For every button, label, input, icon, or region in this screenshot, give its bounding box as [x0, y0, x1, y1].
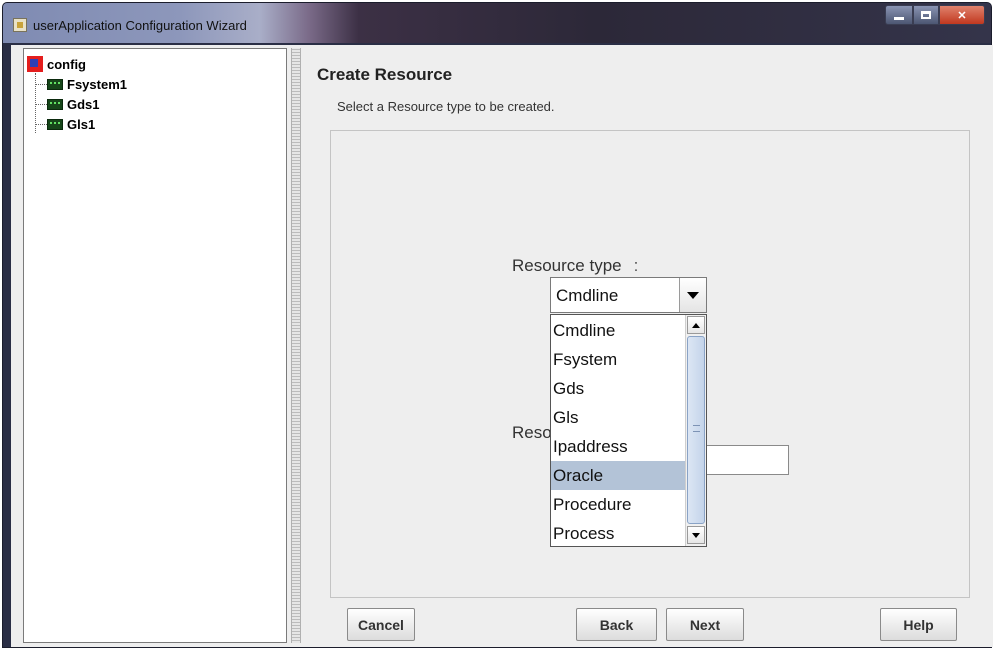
- minimize-icon: [894, 16, 904, 20]
- combobox-value: Cmdline: [556, 286, 619, 305]
- arrow-down-icon: [692, 532, 700, 538]
- dropdown-option-gls[interactable]: Gls: [551, 403, 685, 432]
- window-title: userApplication Configuration Wizard: [33, 18, 247, 33]
- cancel-button[interactable]: Cancel: [347, 608, 415, 641]
- help-button[interactable]: Help: [880, 608, 957, 641]
- split-pane-divider[interactable]: [291, 48, 301, 643]
- resource-type-label: Resource type:: [512, 256, 639, 275]
- window-controls: ✕: [885, 5, 985, 25]
- back-button[interactable]: Back: [576, 608, 657, 641]
- dropdown-option-cmdline[interactable]: Cmdline: [551, 316, 685, 345]
- chevron-down-icon: [687, 291, 699, 299]
- resource-type-combobox[interactable]: Cmdline: [550, 277, 707, 313]
- scroll-thumb[interactable]: [687, 336, 705, 524]
- resource-icon: [47, 99, 63, 110]
- wizard-window: userApplication Configuration Wizard ✕ c…: [2, 2, 993, 648]
- dropdown-option-ipaddress[interactable]: Ipaddress: [551, 432, 685, 461]
- maximize-button[interactable]: [913, 5, 939, 25]
- scroll-down-button[interactable]: [687, 526, 705, 544]
- resource-tree: config Fsystem1 Gds1 Gls1: [23, 48, 287, 643]
- userapplication-icon: [27, 56, 43, 72]
- dropdown-scrollbar[interactable]: [685, 315, 706, 546]
- page-title: Create Resource: [317, 65, 453, 84]
- combobox-arrow-button[interactable]: [679, 278, 706, 312]
- close-icon: ✕: [957, 9, 967, 22]
- dropdown-option-gds[interactable]: Gds: [551, 374, 685, 403]
- tree-item-label: Gds1: [67, 97, 100, 112]
- tree-item-gls1[interactable]: Gls1: [35, 117, 95, 132]
- resource-name-label: Reso: [512, 423, 552, 442]
- arrow-up-icon: [692, 322, 700, 328]
- tree-root-config[interactable]: config: [27, 56, 86, 72]
- dropdown-option-fsystem[interactable]: Fsystem: [551, 345, 685, 374]
- page-description: Select a Resource type to be created.: [337, 99, 555, 114]
- resource-icon: [47, 119, 63, 130]
- resource-type-dropdown-list: Cmdline Fsystem Gds Gls Ipaddress Oracle…: [550, 314, 707, 547]
- tree-item-label: Gls1: [67, 117, 96, 132]
- dropdown-option-procedure[interactable]: Procedure: [551, 490, 685, 519]
- resource-name-input[interactable]: [701, 445, 789, 475]
- java-app-icon: [13, 18, 27, 32]
- tree-item-label: Fsystem1: [67, 77, 127, 92]
- dropdown-option-process[interactable]: Process: [551, 519, 685, 548]
- dropdown-option-oracle[interactable]: Oracle: [551, 461, 685, 490]
- maximize-icon: [921, 11, 931, 19]
- title-bar[interactable]: userApplication Configuration Wizard ✕: [3, 3, 991, 43]
- minimize-button[interactable]: [885, 5, 913, 25]
- tree-item-gds1[interactable]: Gds1: [35, 97, 100, 112]
- resource-icon: [47, 79, 63, 90]
- grip-icon: [693, 425, 700, 432]
- close-button[interactable]: ✕: [939, 5, 985, 25]
- next-button[interactable]: Next: [666, 608, 744, 641]
- wizard-client-area: config Fsystem1 Gds1 Gls1 Create Resourc…: [11, 45, 993, 647]
- tree-item-fsystem1[interactable]: Fsystem1: [35, 77, 127, 92]
- scroll-up-button[interactable]: [687, 316, 705, 334]
- tree-root-label: config: [47, 56, 86, 72]
